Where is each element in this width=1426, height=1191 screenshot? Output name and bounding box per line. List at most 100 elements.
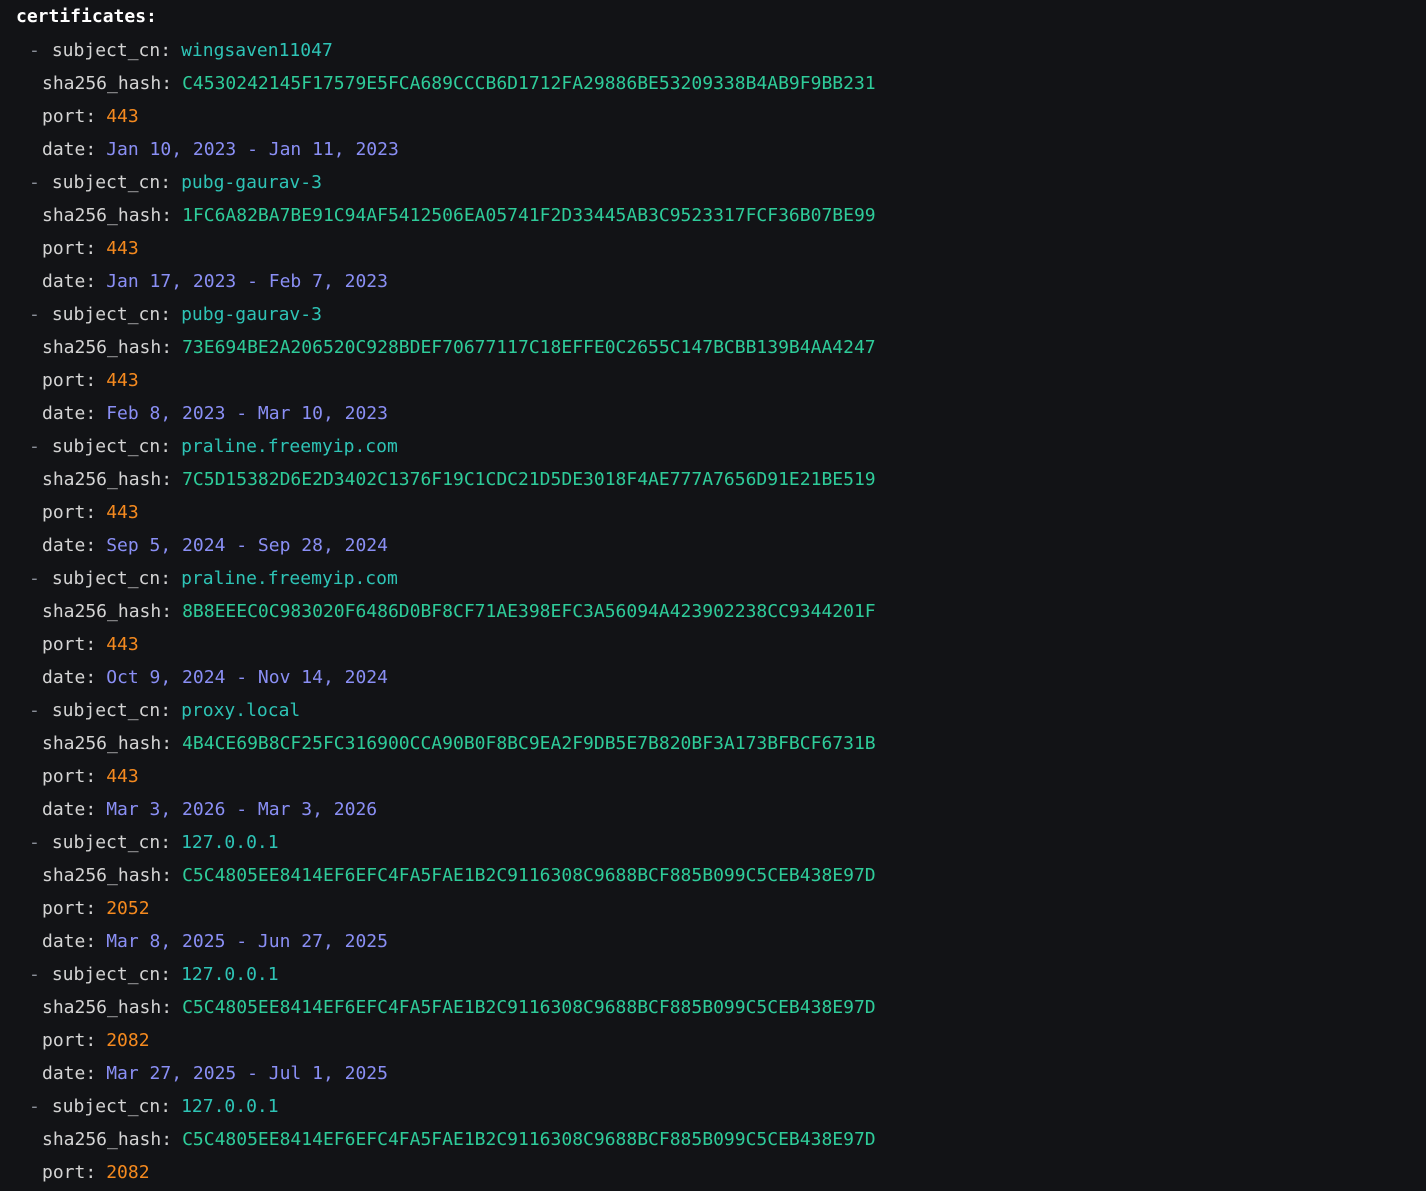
certificate-entry: - subject_cn: praline.freemyip.com sha256_h… (0, 562, 1426, 694)
subject-cn-line: - subject_cn: wingsaven11047 (0, 34, 1426, 67)
sha256-hash-colon: : (161, 469, 173, 490)
port-key: port (42, 370, 86, 391)
subject-cn-value: praline.freemyip.com (181, 436, 398, 457)
sha256-hash-line: sha256_hash: 73E694BE2A206520C928BDEF7067… (0, 331, 1426, 364)
sha256-hash-line: sha256_hash: 1FC6A82BA7BE91C94AF5412506EA… (0, 199, 1426, 232)
sha256-hash-colon: : (161, 73, 173, 94)
port-colon: : (85, 502, 97, 523)
subject-cn-value: praline.freemyip.com (181, 568, 398, 589)
date-key: date (42, 667, 86, 688)
sha256-hash-line: sha256_hash: C5C4805EE8414EF6EFC4FA5FAE1B… (0, 859, 1426, 892)
sha256-hash-value: C4530242145F17579E5FCA689CCCB6D1712FA298… (182, 73, 876, 94)
subject-cn-value: 127.0.0.1 (181, 832, 279, 853)
sha256-hash-value: 8B8EEEC0C983020F6486D0BF8CF71AE398EFC3A5… (182, 601, 876, 622)
sha256-hash-key: sha256_hash (42, 73, 162, 94)
sha256-hash-line: sha256_hash: 4B4CE69B8CF25FC316900CCA90B0… (0, 727, 1426, 760)
subject-cn-colon: : (160, 304, 172, 325)
port-value: 443 (106, 238, 139, 259)
sha256-hash-line: sha256_hash: 7C5D15382D6E2D3402C1376F19C1… (0, 463, 1426, 496)
subject-cn-line: - subject_cn: pubg-gaurav-3 (0, 166, 1426, 199)
date-colon: : (85, 799, 97, 820)
sha256-hash-key: sha256_hash (42, 997, 162, 1018)
date-key: date (42, 1063, 86, 1084)
port-key: port (42, 766, 86, 787)
port-value: 443 (106, 502, 139, 523)
list-dash: - (29, 40, 40, 61)
port-value: 443 (106, 370, 139, 391)
date-line: date: Mar 3, 2026 - Mar 3, 2026 (0, 793, 1426, 826)
sha256-hash-colon: : (161, 997, 173, 1018)
date-colon: : (85, 403, 97, 424)
sha256-hash-value: 4B4CE69B8CF25FC316900CCA90B0F8BC9EA2F9DB… (182, 733, 876, 754)
port-colon: : (85, 766, 97, 787)
list-dash: - (29, 172, 40, 193)
subject-cn-key: subject_cn (51, 304, 161, 325)
date-key: date (42, 403, 86, 424)
list-dash: - (29, 568, 40, 589)
sha256-hash-value: C5C4805EE8414EF6EFC4FA5FAE1B2C9116308C96… (182, 865, 876, 886)
subject-cn-colon: : (160, 1096, 172, 1117)
date-colon: : (85, 931, 97, 952)
certificate-list: - subject_cn: wingsaven11047 sha256_hash: C4… (0, 34, 1426, 1189)
list-dash: - (29, 964, 40, 985)
port-line: port: 443 (0, 232, 1426, 265)
port-value: 443 (106, 106, 139, 127)
port-colon: : (85, 370, 97, 391)
certificate-entry: - subject_cn: wingsaven11047 sha256_hash: C4… (0, 34, 1426, 166)
port-value: 2082 (106, 1162, 150, 1183)
subject-cn-colon: : (160, 568, 172, 589)
subject-cn-line: - subject_cn: proxy.local (0, 694, 1426, 727)
port-line: port: 443 (0, 760, 1426, 793)
subject-cn-key: subject_cn (51, 436, 161, 457)
sha256-hash-key: sha256_hash (42, 1129, 162, 1150)
date-value: Feb 8, 2023 - Mar 10, 2023 (106, 403, 388, 424)
subject-cn-colon: : (160, 964, 172, 985)
date-key: date (42, 535, 86, 556)
sha256-hash-colon: : (161, 205, 173, 226)
port-key: port (42, 1030, 86, 1051)
subject-cn-key: subject_cn (51, 172, 161, 193)
certificate-entry: - subject_cn: 127.0.0.1 sha256_hash: C5C4805… (0, 826, 1426, 958)
certificates-root-line: certificates: (0, 0, 1426, 34)
port-colon: : (85, 898, 97, 919)
date-colon: : (85, 271, 97, 292)
subject-cn-key: subject_cn (51, 1096, 161, 1117)
sha256-hash-key: sha256_hash (42, 865, 162, 886)
date-value: Mar 27, 2025 - Jul 1, 2025 (106, 1063, 388, 1084)
subject-cn-line: - subject_cn: praline.freemyip.com (0, 430, 1426, 463)
subject-cn-value: pubg-gaurav-3 (181, 172, 322, 193)
sha256-hash-key: sha256_hash (42, 469, 162, 490)
port-value: 2052 (106, 898, 150, 919)
date-colon: : (85, 139, 97, 160)
sha256-hash-colon: : (161, 865, 173, 886)
date-line: date: Feb 8, 2023 - Mar 10, 2023 (0, 397, 1426, 430)
subject-cn-key: subject_cn (51, 40, 161, 61)
date-colon: : (85, 667, 97, 688)
subject-cn-colon: : (160, 700, 172, 721)
subject-cn-value: proxy.local (181, 700, 301, 721)
port-colon: : (85, 634, 97, 655)
subject-cn-colon: : (160, 832, 172, 853)
port-line: port: 2082 (0, 1024, 1426, 1057)
port-line: port: 443 (0, 364, 1426, 397)
date-key: date (42, 139, 86, 160)
subject-cn-colon: : (160, 172, 172, 193)
root-key: certificates (16, 6, 147, 27)
root-colon: : (146, 6, 157, 27)
date-value: Mar 3, 2026 - Mar 3, 2026 (106, 799, 378, 820)
subject-cn-line: - subject_cn: 127.0.0.1 (0, 1090, 1426, 1123)
certificate-entry: - subject_cn: 127.0.0.1 sha256_hash: C5C4805… (0, 958, 1426, 1090)
sha256-hash-value: 1FC6A82BA7BE91C94AF5412506EA05741F2D3344… (182, 205, 876, 226)
date-value: Oct 9, 2024 - Nov 14, 2024 (106, 667, 388, 688)
subject-cn-line: - subject_cn: 127.0.0.1 (0, 826, 1426, 859)
list-dash: - (29, 700, 40, 721)
sha256-hash-colon: : (161, 601, 173, 622)
sha256-hash-colon: : (161, 733, 173, 754)
sha256-hash-value: C5C4805EE8414EF6EFC4FA5FAE1B2C9116308C96… (182, 997, 876, 1018)
sha256-hash-line: sha256_hash: C4530242145F17579E5FCA689CCC… (0, 67, 1426, 100)
date-colon: : (85, 535, 97, 556)
sha256-hash-key: sha256_hash (42, 205, 162, 226)
subject-cn-value: pubg-gaurav-3 (181, 304, 322, 325)
port-colon: : (85, 106, 97, 127)
port-colon: : (85, 238, 97, 259)
